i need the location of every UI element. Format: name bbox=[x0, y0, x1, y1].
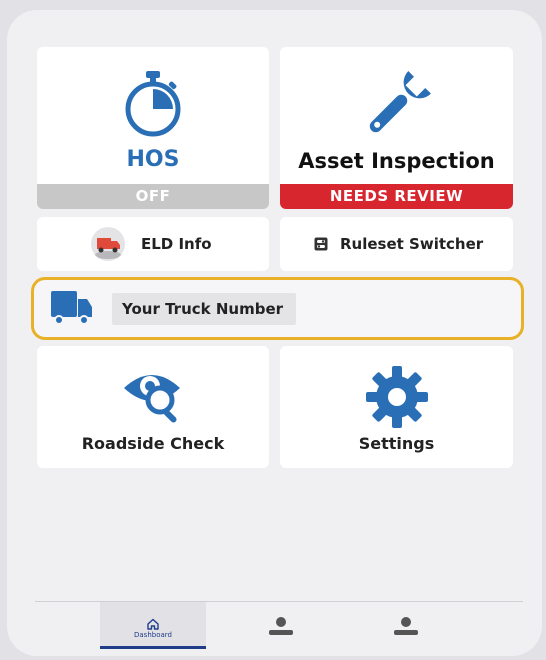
bottom-navigation: Dashboard bbox=[35, 601, 523, 650]
hos-status-bar: OFF bbox=[37, 184, 269, 209]
toggle-switch-icon bbox=[314, 237, 328, 251]
asset-status-bar: NEEDS REVIEW bbox=[280, 184, 513, 209]
user-icon bbox=[394, 617, 418, 635]
ruleset-switcher-card[interactable]: Ruleset Switcher bbox=[280, 217, 513, 271]
tab-profile-1[interactable] bbox=[228, 602, 334, 646]
wrench-icon bbox=[369, 71, 431, 133]
eld-info-card[interactable]: ELD Info bbox=[37, 217, 269, 271]
user-icon bbox=[269, 617, 293, 635]
roadside-check-tile[interactable]: Roadside Check bbox=[37, 346, 269, 468]
tab-profile-2[interactable] bbox=[353, 602, 459, 646]
hos-title: HOS bbox=[126, 147, 180, 172]
eld-info-label: ELD Info bbox=[141, 235, 212, 253]
device-screen: HOS OFF Asset Inspection NEEDS REVIEW EL… bbox=[7, 10, 542, 656]
tab-dashboard-label: Dashboard bbox=[134, 631, 172, 639]
tab-dashboard[interactable]: Dashboard bbox=[100, 602, 206, 649]
truck-number-row[interactable]: Your Truck Number bbox=[31, 277, 524, 340]
eye-search-icon bbox=[124, 375, 180, 423]
hos-tile[interactable]: HOS OFF bbox=[37, 47, 269, 209]
roadside-check-title: Roadside Check bbox=[81, 434, 225, 453]
truck-avatar bbox=[91, 227, 125, 261]
asset-inspection-tile[interactable]: Asset Inspection NEEDS REVIEW bbox=[280, 47, 513, 209]
settings-tile[interactable]: Settings bbox=[280, 346, 513, 468]
red-truck-icon bbox=[95, 238, 121, 259]
gear-icon bbox=[366, 366, 428, 428]
ruleset-switcher-label: Ruleset Switcher bbox=[340, 235, 484, 253]
truck-icon bbox=[51, 291, 92, 325]
asset-inspection-title: Asset Inspection bbox=[298, 149, 495, 173]
stopwatch-icon bbox=[125, 71, 181, 137]
truck-number-label: Your Truck Number bbox=[112, 293, 296, 325]
home-icon bbox=[147, 618, 159, 630]
settings-title: Settings bbox=[358, 434, 435, 453]
